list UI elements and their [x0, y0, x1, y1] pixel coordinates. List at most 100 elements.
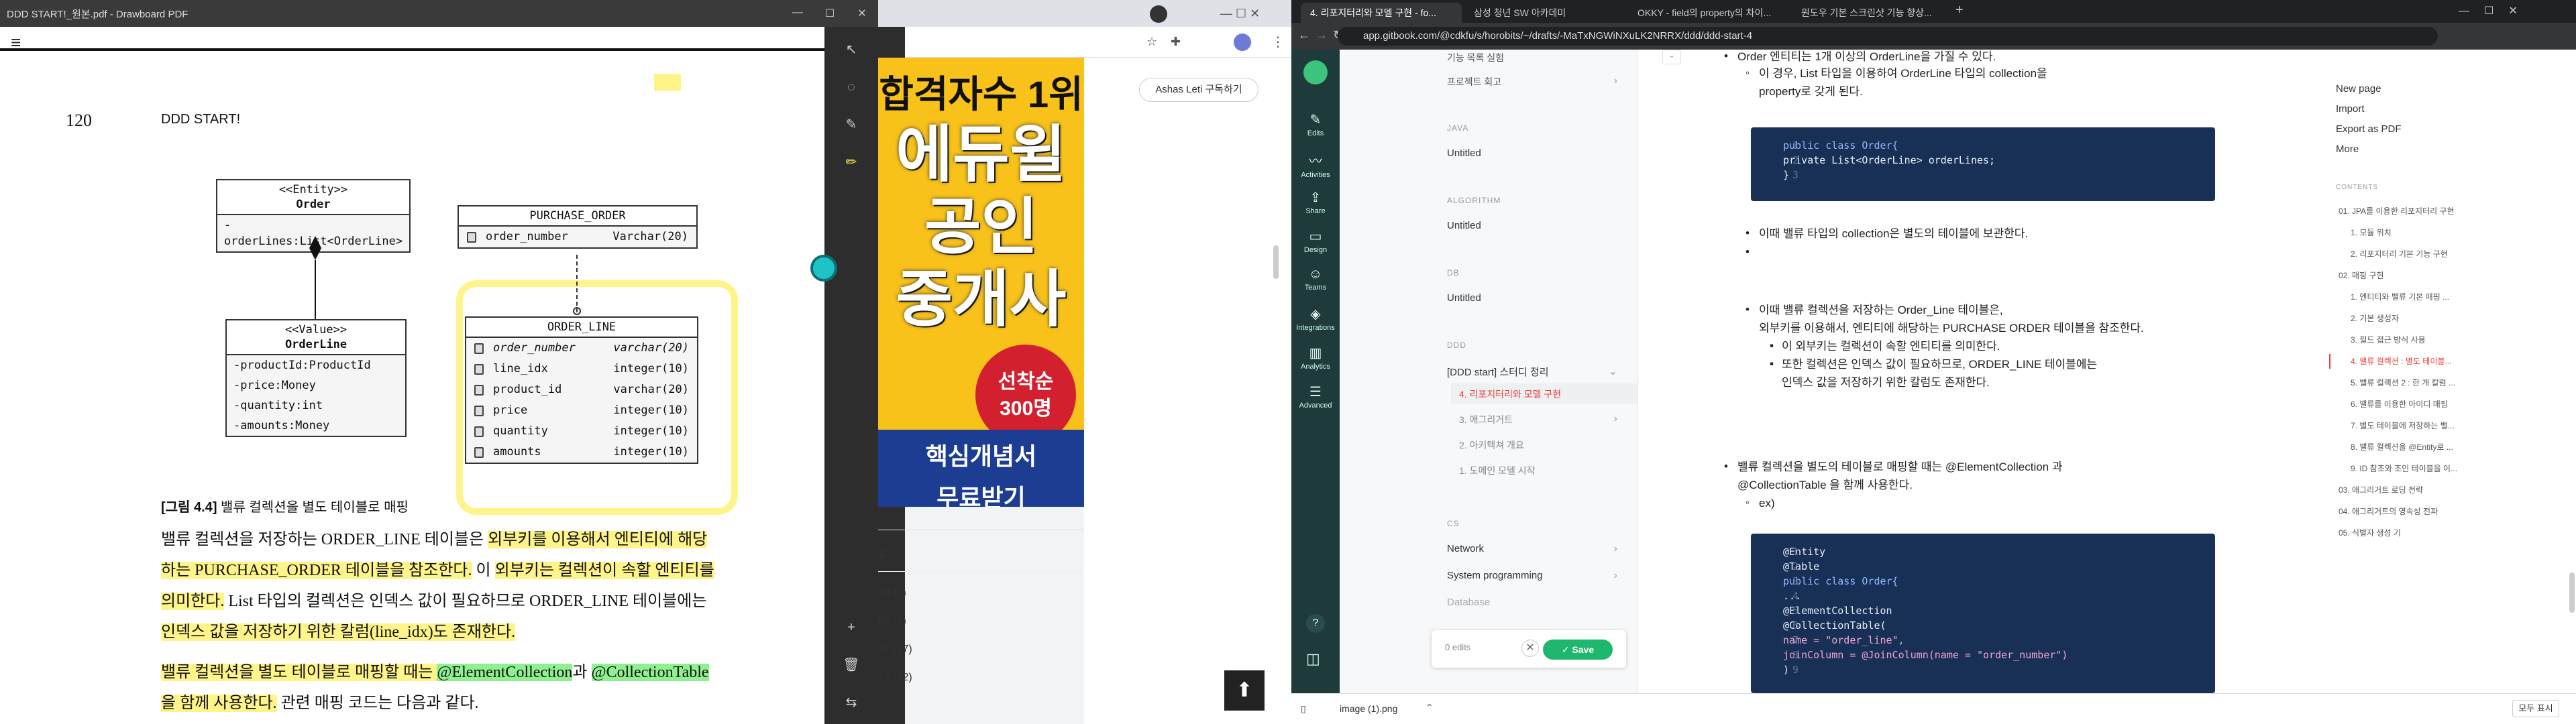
url-field[interactable]: app.gitbook.com/@cdkfu/s/horobits/~/draf…: [1338, 27, 2438, 46]
import-link[interactable]: Import: [2336, 103, 2365, 115]
more-icon[interactable]: ⋮: [1271, 34, 1285, 50]
save-button[interactable]: ✓ Save: [1543, 640, 1613, 660]
rail-analytics[interactable]: ▥ Analytics: [1291, 345, 1340, 371]
nav-item[interactable]: 기능 목록 실험: [1447, 51, 1504, 64]
trash-icon[interactable]: 🗑: [842, 656, 861, 674]
toc-item-active[interactable]: 4. 밸류 컬렉션 : 별도 테이블...: [2351, 355, 2451, 367]
nav-item[interactable]: Untitled: [1447, 147, 1481, 159]
toc-item[interactable]: 3. 필드 접근 방식 사용: [2351, 334, 2426, 345]
toc-item[interactable]: 02. 매핑 구현: [2339, 269, 2384, 281]
window-controls[interactable]: — ☐ ✕: [1220, 7, 1260, 21]
tab-active[interactable]: 4. 리포지터리와 모델 구현 - fo...: [1301, 3, 1462, 23]
advertisement-banner[interactable]: 합격자수 1위 에듀윌 공인 중개사 선착순 300명 핵심개념서 무료받기: [878, 58, 1084, 507]
archive-item[interactable]: 01 (17): [878, 644, 912, 656]
scrollbar[interactable]: [2569, 572, 2575, 613]
nav-item-active[interactable]: 4. 리포지터리와 모델 구현: [1459, 387, 1561, 401]
nav-item[interactable]: 프로젝트 회고: [1447, 75, 1501, 88]
nav-item[interactable]: Untitled: [1447, 292, 1481, 304]
code-line: joinColumn = @JoinColumn(name = "order_n…: [1783, 649, 2068, 661]
show-all-button[interactable]: 모두 표시: [2512, 700, 2559, 717]
tab[interactable]: OKKY - field의 property의 차이...: [1628, 3, 1789, 23]
nav-item[interactable]: 2. 아키텍쳐 개요: [1459, 438, 1524, 452]
minimize-button[interactable]: —: [782, 7, 814, 20]
avatar[interactable]: [1234, 34, 1251, 51]
code-block[interactable]: 1 @Entity 2 @Table 3 public class Order{ 4 …: [1751, 534, 2215, 693]
toc-item[interactable]: 9. ID 참조와 조인 테이블을 이...: [2351, 463, 2457, 474]
layers-icon[interactable]: ◫: [1306, 650, 1320, 668]
forward-icon[interactable]: →: [1316, 28, 1328, 42]
nav-handle-icon[interactable]: [810, 255, 837, 282]
back-icon[interactable]: ←: [1298, 28, 1310, 42]
scrollbar[interactable]: [1273, 245, 1279, 279]
lasso-tool-icon[interactable]: ◌: [842, 78, 861, 97]
rail-edits[interactable]: ✎ Edits: [1291, 111, 1340, 137]
toc-item[interactable]: 2. 기본 생성자: [2351, 312, 2399, 324]
chevron-right-icon[interactable]: ›: [1614, 570, 1617, 582]
hamburger-menu-icon[interactable]: ≡: [11, 32, 21, 53]
discard-icon[interactable]: ✕: [1521, 640, 1539, 657]
toc-item[interactable]: 03. 애그리거트 로딩 전략: [2339, 484, 2423, 495]
gitbook-rail: ✎ Edits 〰 Activities ⇪ Share ▭ Design ☺ Teams…: [1291, 50, 1340, 693]
chevron-right-icon[interactable]: ›: [1614, 413, 1617, 425]
chevron-right-icon[interactable]: ›: [1614, 543, 1617, 555]
rail-share[interactable]: ⇪ Share: [1291, 189, 1340, 215]
toc-item[interactable]: 2. 리포지터리 기본 기능 구현: [2351, 248, 2448, 259]
tab[interactable]: 원도우 기본 스크린샷 기능 향상...: [1792, 3, 1953, 23]
nav-item[interactable]: [DDD start] 스터디 정리: [1447, 365, 1549, 379]
code-block[interactable]: 1 public class Order{ 2 private List<Orde…: [1751, 127, 2215, 201]
export-pdf-link[interactable]: Export as PDF: [2336, 123, 2402, 135]
toc-item[interactable]: 01. JPA를 이용한 리포지터리 구현: [2339, 205, 2455, 217]
space-avatar[interactable]: [1303, 60, 1328, 84]
rail-advanced[interactable]: ☰ Advanced: [1291, 383, 1340, 410]
pointer-tool-icon[interactable]: ↖: [842, 40, 861, 59]
pen-tool-icon[interactable]: ✎: [842, 115, 861, 134]
subscribe-button[interactable]: Ashas Leti 구독하기: [1139, 78, 1258, 102]
new-tab-icon[interactable]: +: [1955, 3, 1964, 18]
edit-count: 0 edits: [1445, 642, 1471, 652]
swap-icon[interactable]: ⇆: [842, 693, 861, 712]
toc-item[interactable]: 5. 밸류 컬렉션 2 : 한 개 칼럼 ...: [2351, 377, 2455, 388]
toc-item[interactable]: 04. 애그리거트의 영속성 전파: [2339, 505, 2438, 517]
close-button[interactable]: ✕: [846, 7, 878, 20]
block-handle-icon[interactable]: ⌄: [1662, 50, 1681, 64]
help-icon[interactable]: ?: [1306, 614, 1325, 633]
maximize-button[interactable]: ☐: [814, 7, 846, 20]
nav-item[interactable]: 1. 도메인 모델 시작: [1459, 464, 1536, 477]
rail-teams[interactable]: ☺ Teams: [1291, 267, 1340, 292]
nav-item[interactable]: System programming: [1447, 570, 1543, 581]
column-type: integer(10): [613, 362, 689, 375]
more-link[interactable]: More: [2336, 143, 2359, 155]
scroll-top-button[interactable]: ⬆: [1224, 670, 1265, 711]
value-attr: -amounts:Money: [233, 419, 330, 432]
toc-item[interactable]: 1. 모듈 위치: [2351, 227, 2392, 238]
window-controls[interactable]: —☐✕: [2459, 4, 2532, 17]
nav-item[interactable]: Untitled: [1447, 220, 1481, 231]
nav-item[interactable]: Network: [1447, 543, 1484, 554]
rail-activities[interactable]: 〰 Activities: [1291, 150, 1340, 179]
toc-item[interactable]: 6. 밸류를 이용한 아이디 매핑: [2351, 398, 2448, 410]
chevron-down-icon[interactable]: ⌄: [1609, 365, 1617, 378]
rail-design[interactable]: ▭ Design: [1291, 228, 1340, 254]
download-item[interactable]: image (1).png: [1340, 703, 1397, 714]
archive-item[interactable]: 02 (7): [878, 615, 906, 627]
toc-item[interactable]: 1. 엔티티와 밸류 기본 매핑 ...: [2351, 291, 2449, 302]
archive-item[interactable]: 12 (12): [878, 672, 912, 684]
nav-group-header: CS: [1447, 519, 1460, 528]
chevron-up-icon[interactable]: ⌃: [1426, 702, 1434, 713]
page-header: DDD START!: [161, 112, 241, 127]
tab[interactable]: 삼성 청년 SW 아카데미: [1464, 3, 1625, 23]
highlighter-tool-icon[interactable]: ✏: [842, 153, 861, 172]
nav-item[interactable]: 3. 애그리거트: [1459, 413, 1513, 426]
chevron-right-icon[interactable]: ›: [1614, 75, 1617, 87]
extension-icon[interactable]: [1150, 5, 1167, 23]
star-icon[interactable]: ☆: [1146, 35, 1157, 49]
toc-item[interactable]: 7. 별도 테이블에 저장하는 밸...: [2351, 420, 2455, 431]
toc-item[interactable]: 8. 밸류 컬렉션을 @Entity로 ...: [2351, 441, 2453, 452]
puzzle-icon[interactable]: ✚: [1171, 35, 1181, 49]
new-page-link[interactable]: New page: [2336, 83, 2381, 95]
archive-item[interactable]: 03 (7): [878, 587, 906, 599]
toc-item[interactable]: 05. 식별자 생성 기: [2339, 527, 2401, 538]
rail-integrations[interactable]: ◈ Integrations: [1291, 306, 1340, 332]
add-page-icon[interactable]: +: [842, 618, 861, 637]
nav-item[interactable]: Database: [1447, 597, 1490, 608]
